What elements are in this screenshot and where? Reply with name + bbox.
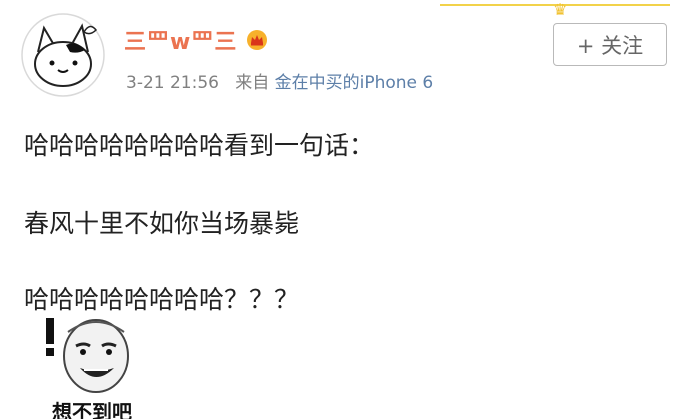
cat-avatar-icon	[21, 13, 105, 97]
follow-button[interactable]: + 关注	[553, 23, 667, 66]
meme-image[interactable]: 想不到吧	[38, 312, 146, 419]
weibo-post: ♛ 三罒w罒三 3-21 21:56 来自 金在中买的iPhone 6 + 关注…	[0, 0, 690, 419]
post-text-line-2: 春风十里不如你当场暴毙	[24, 209, 300, 238]
post-text-line-1: 哈哈哈哈哈哈哈哈看到一句话：	[24, 131, 375, 160]
post-text-line-3: 哈哈哈哈哈哈哈哈？？？	[24, 285, 300, 314]
nickname-row: 三罒w罒三	[124, 25, 269, 55]
meme-caption: 想不到吧	[52, 400, 132, 419]
crown-icon: ♛	[553, 0, 568, 19]
post-time: 3-21 21:56	[126, 73, 219, 93]
follow-label: + 关注	[576, 33, 644, 58]
post-meta: 3-21 21:56 来自 金在中买的iPhone 6	[126, 68, 433, 93]
avatar[interactable]	[20, 12, 106, 98]
post-source-link[interactable]: 金在中买的iPhone 6	[275, 73, 434, 93]
nickname[interactable]: 三罒w罒三	[124, 24, 237, 56]
from-label: 来自	[235, 73, 270, 93]
crown-badge-icon	[247, 30, 268, 50]
